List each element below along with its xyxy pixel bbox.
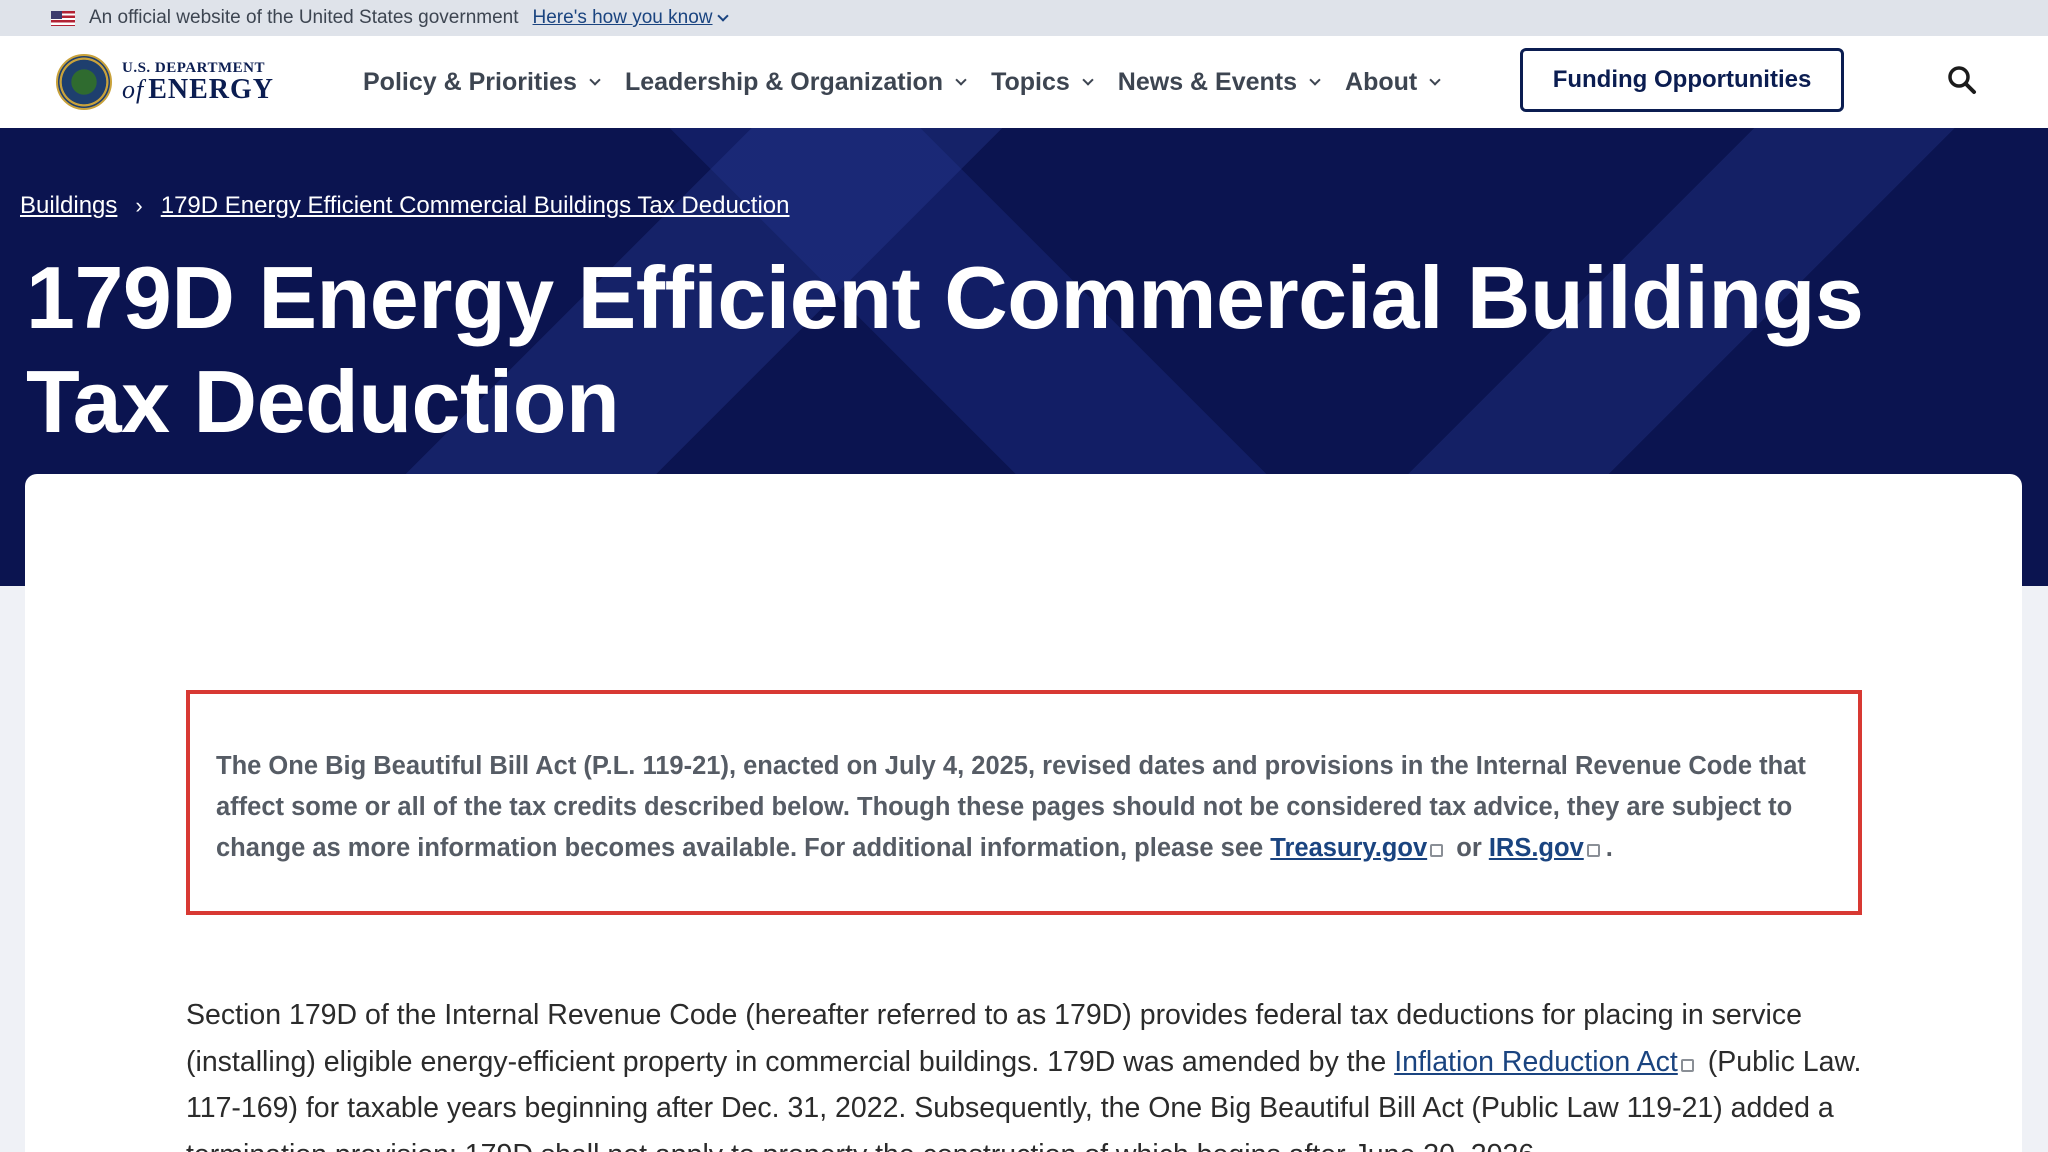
breadcrumb-179d[interactable]: 179D Energy Efficient Commercial Buildin… — [161, 192, 790, 220]
nav-label: Policy & Priorities — [363, 67, 577, 96]
nav-about[interactable]: About — [1345, 67, 1441, 97]
nav-policy-priorities[interactable]: Policy & Priorities — [363, 67, 601, 97]
gov-banner-text: An official website of the United States… — [89, 7, 519, 28]
nav-topics[interactable]: Topics — [991, 67, 1094, 97]
doe-logo[interactable]: U.S. DEPARTMENT of ENERGY — [56, 54, 306, 110]
nav-label: About — [1345, 67, 1418, 96]
obbba-notice: The One Big Beautiful Bill Act (P.L. 119… — [186, 690, 1862, 915]
chevron-down-icon[interactable] — [716, 10, 729, 22]
main-nav: Policy & Priorities Leadership & Organiz… — [363, 68, 1465, 97]
site-header: U.S. DEPARTMENT of ENERGY Policy & Priori… — [0, 36, 2048, 128]
nav-leadership-organization[interactable]: Leadership & Organization — [624, 67, 967, 97]
chevron-down-icon — [955, 73, 967, 86]
inflation-reduction-act-link[interactable]: Inflation Reduction Act — [1394, 1046, 1678, 1078]
intro-paragraph: Section 179D of the Internal Revenue Cod… — [186, 992, 1876, 1152]
breadcrumb-buildings[interactable]: Buildings — [20, 192, 117, 220]
logo-text: U.S. DEPARTMENT of ENERGY — [122, 60, 275, 105]
notice-end: . — [1605, 834, 1613, 862]
search-icon[interactable] — [1946, 64, 1978, 96]
nav-label: Topics — [991, 67, 1070, 96]
nav-news-events[interactable]: News & Events — [1117, 67, 1321, 97]
page-title: 179D Energy Efficient Commercial Buildin… — [26, 248, 1864, 451]
chevron-down-icon — [1309, 73, 1321, 86]
how-you-know-link[interactable]: Here's how you know — [533, 7, 713, 29]
external-link-icon — [1680, 1058, 1694, 1072]
chevron-down-icon — [1082, 73, 1094, 86]
nav-label: Leadership & Organization — [624, 67, 944, 96]
external-link-icon — [1586, 844, 1600, 857]
breadcrumb: Buildings › 179D Energy Efficient Commer… — [20, 192, 790, 220]
breadcrumb-separator-icon: › — [135, 193, 143, 218]
doe-seal-icon — [56, 54, 112, 110]
nav-label: News & Events — [1117, 67, 1298, 96]
gov-banner: An official website of the United States… — [0, 0, 2048, 36]
funding-opportunities-button[interactable]: Funding Opportunities — [1520, 48, 1844, 112]
logo-of: of — [122, 74, 145, 104]
notice-or: or — [1449, 834, 1489, 862]
chevron-down-icon — [589, 73, 601, 86]
logo-energy: ENERGY — [148, 73, 275, 105]
treasury-link[interactable]: Treasury.gov — [1270, 834, 1427, 862]
logo-line2: of ENERGY — [122, 73, 275, 105]
irs-link[interactable]: IRS.gov — [1489, 834, 1584, 862]
chevron-down-icon — [1429, 73, 1441, 86]
us-flag-icon — [51, 10, 75, 26]
external-link-icon — [1430, 844, 1444, 857]
